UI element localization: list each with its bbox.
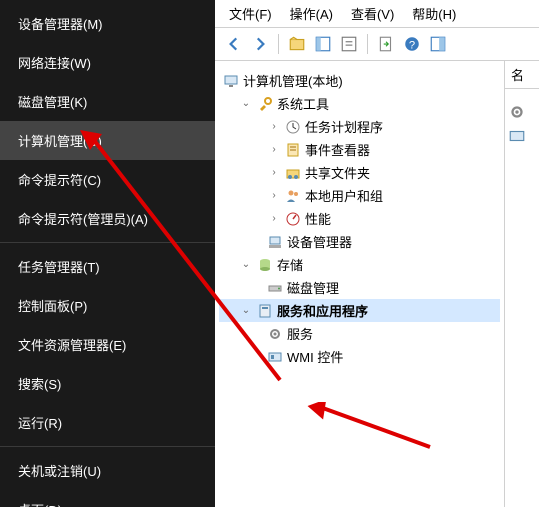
tree-task-scheduler[interactable]: › 任务计划程序	[219, 115, 500, 138]
menu-task-manager[interactable]: 任务管理器(T)	[0, 247, 215, 286]
computer-icon	[223, 73, 239, 89]
menu-control-panel[interactable]: 控制面板(P)	[0, 286, 215, 325]
toolbar: ?	[215, 28, 539, 61]
help-button[interactable]: ?	[401, 33, 423, 55]
tree-label: 系统工具	[277, 94, 329, 113]
tree-shared-folders[interactable]: › 共享文件夹	[219, 161, 500, 184]
export-button[interactable]	[375, 33, 397, 55]
tree-label: 性能	[305, 209, 331, 228]
expander-icon[interactable]: ⌄	[239, 304, 253, 318]
tools-icon	[257, 96, 273, 112]
tree-label: 磁盘管理	[287, 278, 339, 297]
menu-file[interactable]: 文件(F)	[229, 4, 272, 23]
services-apps-icon	[257, 303, 273, 319]
expander-icon[interactable]: ›	[267, 120, 281, 134]
menubar: 文件(F) 操作(A) 查看(V) 帮助(H)	[215, 0, 539, 28]
tree-label: 共享文件夹	[305, 163, 370, 182]
forward-button[interactable]	[249, 33, 271, 55]
expander-icon[interactable]: ⌄	[239, 97, 253, 111]
menu-divider	[0, 446, 215, 447]
menu-search[interactable]: 搜索(S)	[0, 364, 215, 403]
gear-icon	[508, 103, 526, 121]
menu-computer-management[interactable]: 计算机管理(G)	[0, 121, 215, 160]
tree-label: 设备管理器	[287, 232, 352, 251]
clock-icon	[285, 119, 301, 135]
menu-run[interactable]: 运行(R)	[0, 403, 215, 442]
menu-device-manager[interactable]: 设备管理器(M)	[0, 4, 215, 43]
gear-icon	[267, 326, 283, 342]
wmi-icon	[508, 127, 526, 145]
disk-icon	[267, 280, 283, 296]
tree-storage[interactable]: ⌄ 存储	[219, 253, 500, 276]
expander-icon[interactable]: ›	[267, 166, 281, 180]
tree-label: 任务计划程序	[305, 117, 383, 136]
shared-folder-icon	[285, 165, 301, 181]
wmi-icon	[267, 349, 283, 365]
tree-root[interactable]: 计算机管理(本地)	[219, 69, 500, 92]
menu-divider	[0, 242, 215, 243]
menu-shutdown-signout[interactable]: 关机或注销(U)	[0, 451, 215, 490]
tree-label: 存储	[277, 255, 303, 274]
tree-label: 服务和应用程序	[277, 301, 368, 320]
expander-icon[interactable]: ⌄	[239, 258, 253, 272]
computer-management-window: 文件(F) 操作(A) 查看(V) 帮助(H) ? 计算机管理(本地)	[215, 0, 539, 507]
tree-performance[interactable]: › 性能	[219, 207, 500, 230]
tree-event-viewer[interactable]: › 事件查看器	[219, 138, 500, 161]
menu-action[interactable]: 操作(A)	[290, 4, 333, 23]
menu-view[interactable]: 查看(V)	[351, 4, 394, 23]
users-icon	[285, 188, 301, 204]
tree-services[interactable]: 服务	[219, 322, 500, 345]
expander-icon[interactable]: ›	[267, 189, 281, 203]
back-button[interactable]	[223, 33, 245, 55]
performance-icon	[285, 211, 301, 227]
toolbar-separator	[278, 34, 279, 54]
column-header-name[interactable]: 名	[505, 61, 539, 89]
tree-device-manager[interactable]: 设备管理器	[219, 230, 500, 253]
device-icon	[267, 234, 283, 250]
detail-pane: 名	[505, 61, 539, 507]
expander-icon[interactable]: ›	[267, 143, 281, 157]
tree-disk-management[interactable]: 磁盘管理	[219, 276, 500, 299]
svg-text:?: ?	[409, 40, 415, 52]
tree-root-label: 计算机管理(本地)	[243, 71, 343, 90]
show-hide-tree-button[interactable]	[312, 33, 334, 55]
expander-icon[interactable]: ›	[267, 212, 281, 226]
menu-disk-management[interactable]: 磁盘管理(K)	[0, 82, 215, 121]
tree-label: 本地用户和组	[305, 186, 383, 205]
storage-icon	[257, 257, 273, 273]
event-icon	[285, 142, 301, 158]
refresh-button[interactable]	[427, 33, 449, 55]
tree-pane: 计算机管理(本地) ⌄ 系统工具 › 任务计划程序 › 事件查看器	[215, 61, 505, 507]
tree-label: 事件查看器	[305, 140, 370, 159]
winx-menu: 设备管理器(M) 网络连接(W) 磁盘管理(K) 计算机管理(G) 命令提示符(…	[0, 0, 215, 507]
menu-command-prompt-admin[interactable]: 命令提示符(管理员)(A)	[0, 199, 215, 238]
menu-command-prompt[interactable]: 命令提示符(C)	[0, 160, 215, 199]
tree-wmi[interactable]: WMI 控件	[219, 345, 500, 368]
menu-help[interactable]: 帮助(H)	[412, 4, 456, 23]
tree-label: 服务	[287, 324, 313, 343]
tree-label: WMI 控件	[287, 347, 343, 366]
tree-system-tools[interactable]: ⌄ 系统工具	[219, 92, 500, 115]
menu-desktop[interactable]: 桌面(D)	[0, 490, 215, 529]
up-button[interactable]	[286, 33, 308, 55]
toolbar-separator	[367, 34, 368, 54]
tree-services-apps[interactable]: ⌄ 服务和应用程序	[219, 299, 500, 322]
menu-network-connections[interactable]: 网络连接(W)	[0, 43, 215, 82]
tree-local-users[interactable]: › 本地用户和组	[219, 184, 500, 207]
properties-button[interactable]	[338, 33, 360, 55]
menu-file-explorer[interactable]: 文件资源管理器(E)	[0, 325, 215, 364]
